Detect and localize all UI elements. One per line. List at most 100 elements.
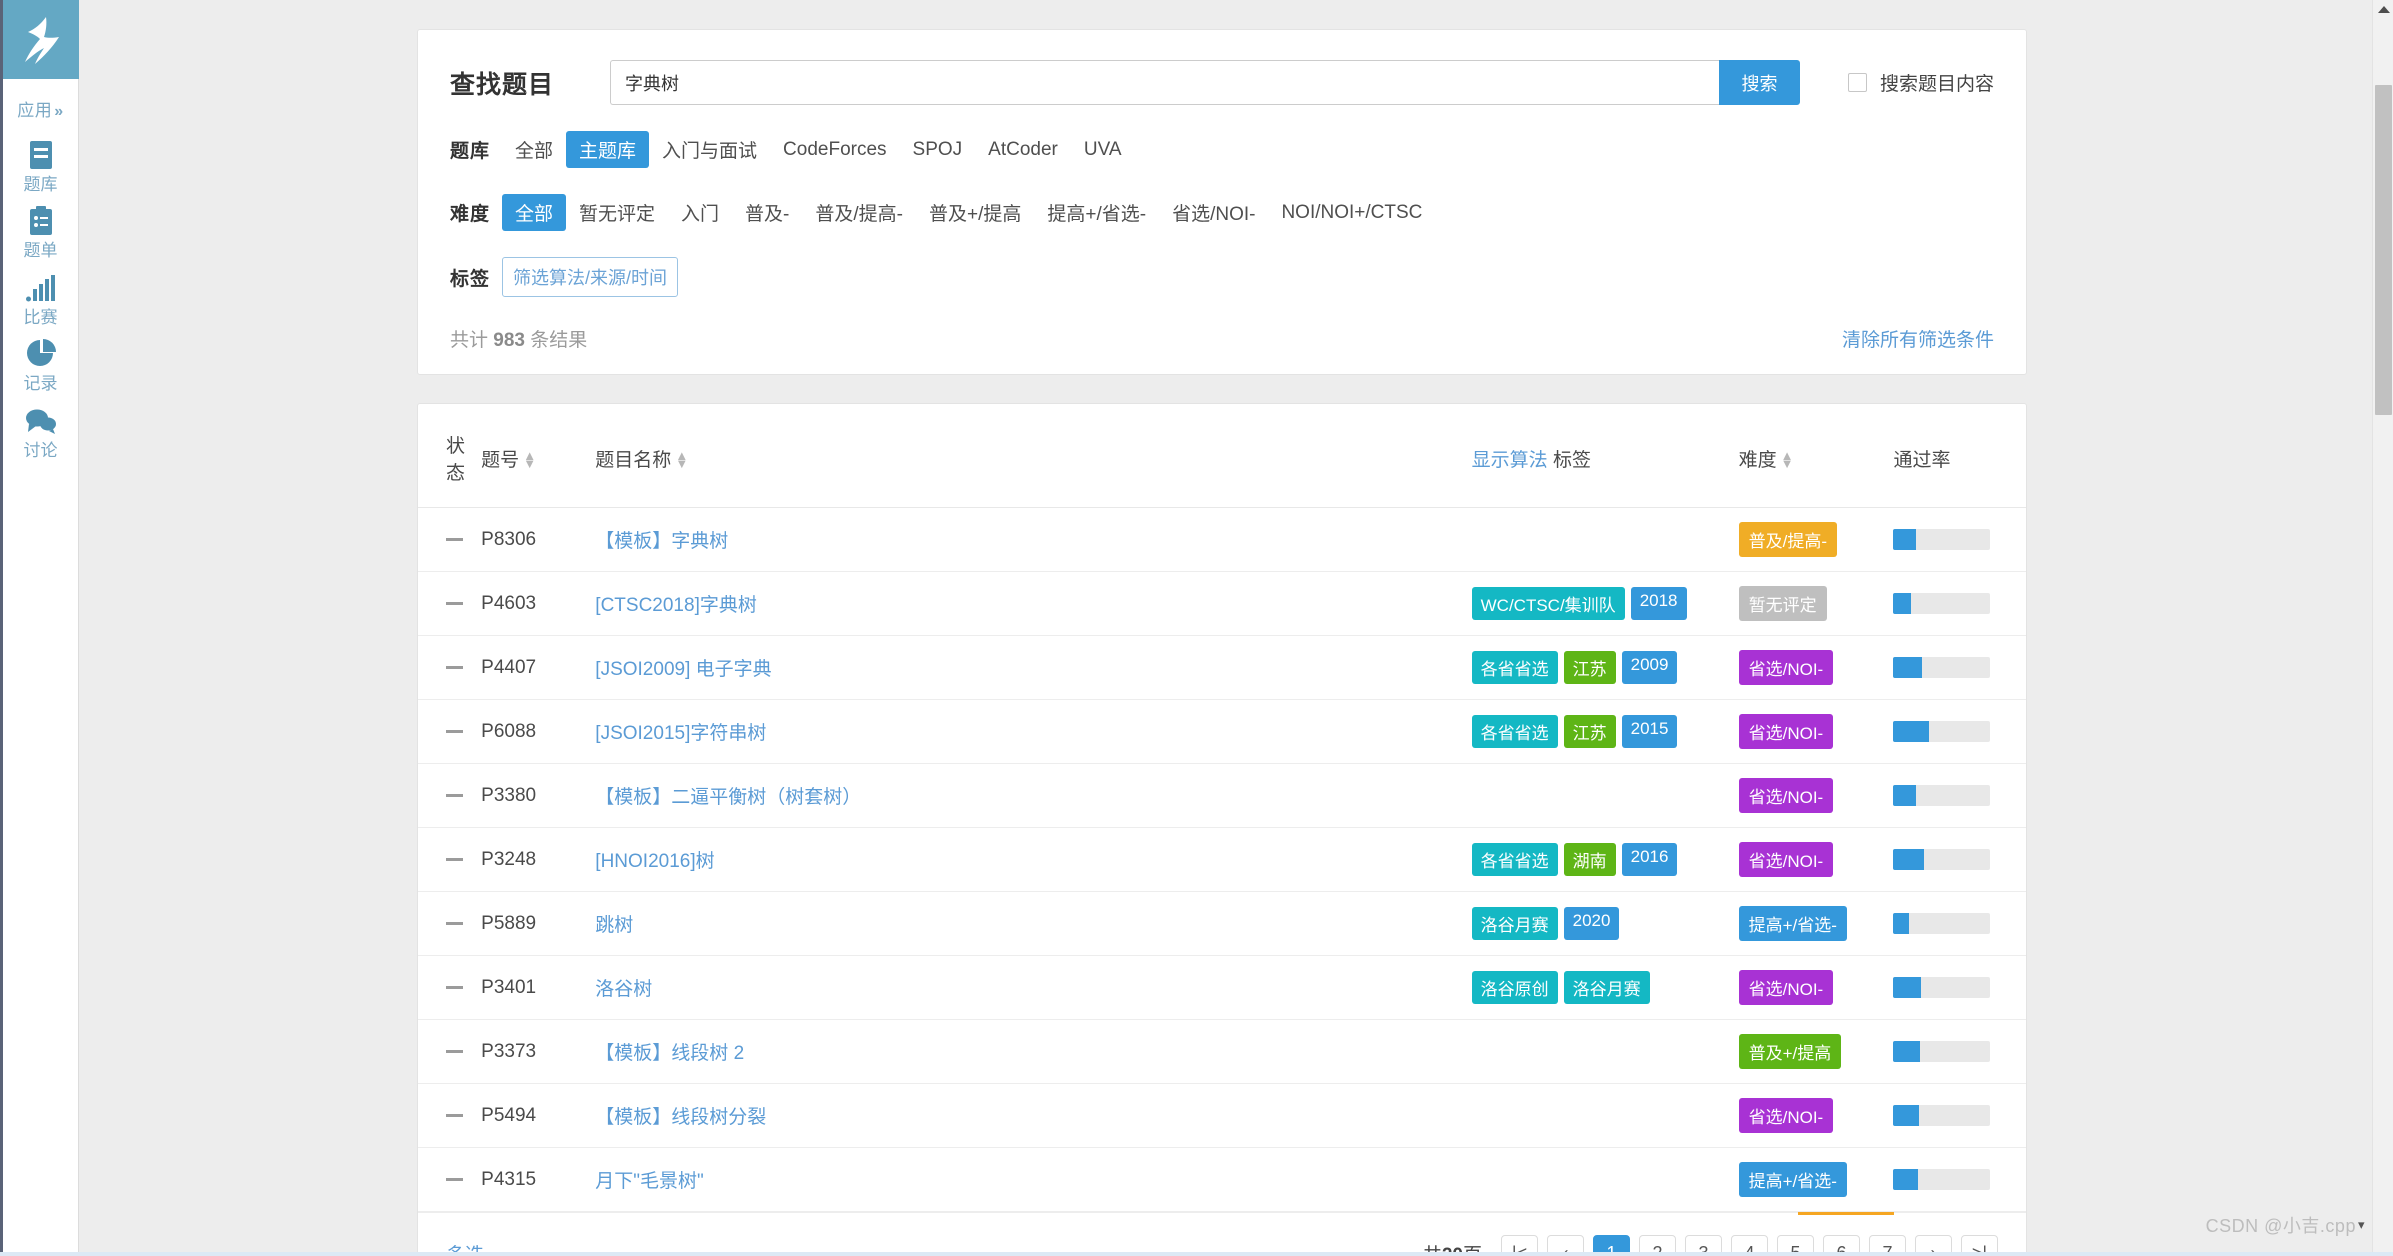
problem-name-link[interactable]: 【模板】二逼平衡树（树套树） [595, 787, 861, 808]
tag-badge[interactable]: 2015 [1621, 715, 1678, 748]
sort-arrows-icon[interactable]: ▲ ▼ [1781, 449, 1794, 470]
tag-badge[interactable]: 2009 [1621, 651, 1678, 684]
difficulty-option-popular-advanced-minus[interactable]: 普及/提高- [802, 194, 916, 231]
status-dash-icon [446, 857, 463, 861]
result-count-suffix: 条结果 [530, 330, 588, 351]
table-row[interactable]: P3373 【模板】线段树 2 普及+/提高 [418, 1019, 2026, 1084]
header-name[interactable]: 题目名称 ▲ ▼ [595, 404, 1472, 508]
difficulty-wrap: 提高+/省选- [1738, 1162, 1894, 1197]
difficulty-option-advanced-plus-provincial-minus[interactable]: 提高+/省选- [1034, 194, 1159, 231]
show-algorithms-link[interactable]: 显示算法 [1472, 450, 1548, 471]
tag-badge[interactable]: 各省省选 [1471, 715, 1558, 748]
difficulty-badge: 省选/NOI- [1738, 714, 1834, 749]
difficulty-option-entry[interactable]: 入门 [668, 194, 732, 231]
search-input[interactable] [610, 60, 1719, 105]
tag-badge[interactable]: 洛谷原创 [1471, 971, 1558, 1004]
tag-badge[interactable]: 江苏 [1563, 715, 1616, 748]
table-row[interactable]: P3401 洛谷树 洛谷原创 洛谷月赛 省选/NOI- [418, 955, 2026, 1020]
problem-name-link[interactable]: [CTSC2018]字典树 [595, 595, 757, 616]
bank-option-uva[interactable]: UVA [1071, 134, 1135, 166]
cell-difficulty: 提高+/省选- [1738, 1147, 1894, 1212]
scroll-up-arrow-icon[interactable] [2378, 6, 2390, 13]
problem-name-link[interactable]: 【模板】线段树 2 [595, 1043, 744, 1064]
bank-option-spoj[interactable]: SPOJ [900, 134, 976, 166]
table-row[interactable]: P4315 月下"毛景树" 提高+/省选- [418, 1147, 2026, 1212]
problem-table-body: P8306 【模板】字典树 普及/提高- P4603 [CTSC2018]字典树 WC/C… [418, 507, 2026, 1212]
tag-badge[interactable]: 洛谷月赛 [1563, 971, 1650, 1004]
bank-option-all[interactable]: 全部 [502, 131, 566, 168]
problem-name-link[interactable]: 【模板】线段树分裂 [595, 1107, 766, 1128]
tag-filter-button[interactable]: 筛选算法/来源/时间 [502, 257, 679, 297]
bank-option-intro[interactable]: 入门与面试 [649, 131, 770, 168]
table-row[interactable]: P5889 跳树 洛谷月赛 2020 提高+/省选- [418, 891, 2026, 956]
table-row[interactable]: P3380 【模板】二逼平衡树（树套树） 省选/NOI- [418, 763, 2026, 828]
header-difficulty[interactable]: 难度 ▲ ▼ [1738, 404, 1894, 508]
difficulty-option-popular-minus[interactable]: 普及- [732, 194, 802, 231]
bank-option-atcoder[interactable]: AtCoder [975, 134, 1071, 166]
table-row[interactable]: P5494 【模板】线段树分裂 省选/NOI- [418, 1083, 2026, 1148]
apps-launcher[interactable]: 应用 » [17, 96, 63, 121]
checkbox-icon[interactable] [1847, 73, 1867, 92]
sidebar-item-problems[interactable]: 题库 [3, 139, 79, 195]
sidebar-item-contests[interactable]: 比赛 [3, 272, 79, 328]
search-button[interactable]: 搜索 [1718, 60, 1800, 105]
table-row[interactable]: P3248 [HNOI2016]树 各省省选 湖南 2016 省选/NOI- [418, 827, 2026, 892]
cell-problem-id: P5494 [481, 1083, 596, 1148]
tag-list: 各省省选 江苏 2015 [1471, 715, 1692, 748]
status-dash-icon [446, 1049, 463, 1053]
sidebar-item-problem-lists[interactable]: 题单 [3, 205, 79, 261]
cell-problem-id: P4315 [481, 1147, 596, 1212]
page-root: 应用 » 题库 题单 比赛 记录 讨论 查找题目 字典树 搜索 搜索题目内容 题… [0, 0, 2393, 1256]
sidebar-item-records[interactable]: 记录 [3, 338, 79, 394]
problem-name-link[interactable]: 月下"毛景树" [595, 1171, 704, 1192]
table-row[interactable]: P4603 [CTSC2018]字典树 WC/CTSC/集训队 2018 暂无评定 [418, 571, 2026, 636]
status-dash-icon [446, 1113, 463, 1117]
tag-badge[interactable]: 各省省选 [1471, 651, 1558, 684]
tag-badge[interactable]: 湖南 [1563, 843, 1616, 876]
pass-rate-bar [1893, 1105, 1991, 1126]
tag-badge[interactable]: 2020 [1563, 907, 1620, 940]
luogu-logo[interactable] [2, 0, 79, 79]
bank-option-codeforces[interactable]: CodeForces [770, 134, 900, 166]
tag-badge[interactable]: 江苏 [1563, 651, 1616, 684]
search-content-checkbox[interactable]: 搜索题目内容 [1847, 69, 1994, 96]
cell-status [418, 699, 482, 764]
table-row[interactable]: P6088 [JSOI2015]字符串树 各省省选 江苏 2015 省选/NOI- [418, 699, 2026, 764]
problem-name-link[interactable]: [JSOI2009] 电子字典 [595, 659, 771, 680]
sort-arrows-icon[interactable]: ▲ ▼ [523, 449, 536, 470]
bank-option-main[interactable]: 主题库 [566, 131, 650, 168]
difficulty-option-noi-ctsc[interactable]: NOI/NOI+/CTSC [1268, 197, 1435, 229]
difficulty-badge: 普及+/提高 [1738, 1034, 1842, 1069]
tag-badge[interactable]: 洛谷月赛 [1471, 907, 1558, 940]
problem-name-link[interactable]: [HNOI2016]树 [595, 851, 714, 872]
tag-badge[interactable]: 2018 [1630, 587, 1687, 620]
cell-problem-name: 【模板】二逼平衡树（树套树） [595, 763, 1472, 828]
cell-status [418, 1147, 482, 1212]
result-count-prefix: 共计 [450, 330, 489, 351]
difficulty-option-provincial-noi-minus[interactable]: 省选/NOI- [1159, 194, 1268, 231]
problem-name-link[interactable]: 洛谷树 [595, 979, 652, 1000]
difficulty-wrap: 暂无评定 [1738, 586, 1894, 621]
header-pid[interactable]: 题号 ▲ ▼ [481, 404, 596, 508]
cell-difficulty: 省选/NOI- [1738, 955, 1894, 1020]
problem-name-link[interactable]: 跳树 [595, 915, 633, 936]
clear-filters-link[interactable]: 清除所有筛选条件 [1842, 325, 1994, 352]
difficulty-option-all[interactable]: 全部 [502, 194, 567, 231]
scrollbar-thumb[interactable] [2375, 85, 2392, 415]
sort-arrows-icon[interactable]: ▲ ▼ [675, 449, 688, 470]
cell-problem-id: P6088 [481, 699, 596, 764]
difficulty-wrap: 省选/NOI- [1738, 714, 1894, 749]
result-count-row: 共计 983 条结果 清除所有筛选条件 [450, 325, 1994, 352]
tag-badge[interactable]: 2016 [1621, 843, 1678, 876]
difficulty-option-popular-plus-advanced[interactable]: 普及+/提高 [916, 194, 1034, 231]
table-row[interactable]: P8306 【模板】字典树 普及/提高- [418, 507, 2026, 572]
problem-name-link[interactable]: [JSOI2015]字符串树 [595, 723, 766, 744]
search-content-label: 搜索题目内容 [1879, 74, 1994, 95]
tag-badge[interactable]: 各省省选 [1471, 843, 1558, 876]
table-row[interactable]: P4407 [JSOI2009] 电子字典 各省省选 江苏 2009 省选/NOI- [418, 635, 2026, 700]
tag-badge[interactable]: WC/CTSC/集训队 [1471, 587, 1625, 620]
sidebar-item-discussion[interactable]: 讨论 [3, 405, 79, 461]
difficulty-option-unrated[interactable]: 暂无评定 [566, 194, 668, 231]
page-scrollbar[interactable] [2372, 0, 2393, 1256]
problem-name-link[interactable]: 【模板】字典树 [595, 531, 728, 552]
